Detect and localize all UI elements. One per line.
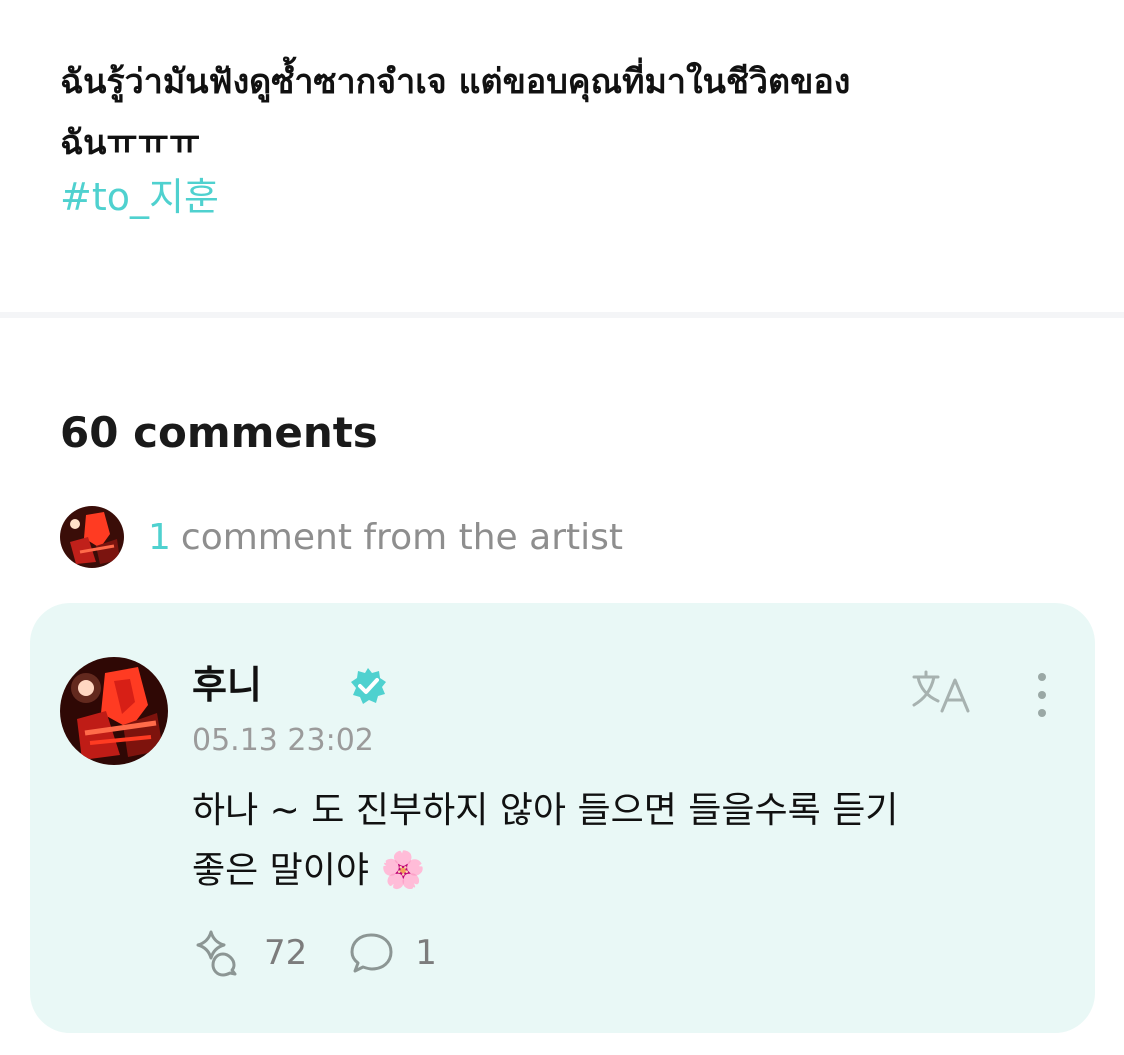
artist-comment-card: 후니 05.13 23:02 하나 ~ 도 진부하지 않아 들으면 들을수록 듣… [30, 603, 1095, 1033]
comment-body: 하나 ~ 도 진부하지 않아 들으면 들을수록 듣기 좋은 말이야 🌸 [192, 781, 1052, 901]
artist-avatar[interactable] [60, 657, 168, 765]
speech-bubble-icon [350, 933, 393, 973]
post-text-line-1: ฉันรู้ว่ามันฟังดูซ้ำซากจำเจ แต่ขอบคุณที่… [60, 62, 851, 102]
comments-count-heading: 60 comments [60, 408, 378, 457]
hashtag-link[interactable]: #to_지훈 [60, 170, 219, 224]
artist-comment-text: comment from the artist [180, 516, 623, 558]
artist-comment-count: 1 [148, 516, 171, 558]
artist-comments-row[interactable]: 1 comment from the artist [60, 506, 623, 568]
post-text: ฉันรู้ว่ามันฟังดูซ้ำซากจำเจ แต่ขอบคุณที่… [60, 52, 1060, 174]
artist-avatar-small [60, 506, 124, 568]
comment-body-line-1: 하나 ~ 도 진부하지 않아 들으면 들을수록 듣기 [192, 790, 899, 831]
more-vertical-icon[interactable] [1026, 669, 1058, 721]
post-content: ฉันรู้ว่ามันฟังดูซ้ำซากจำเจ แต่ขอบคุณที่… [0, 0, 1124, 312]
comment-body-line-2: 좋은 말이야 🌸 [192, 850, 426, 891]
comment-actions: 72 1 [192, 928, 477, 978]
like-count: 72 [264, 933, 308, 973]
comment-timestamp: 05.13 23:02 [192, 723, 374, 758]
translate-icon[interactable] [910, 669, 974, 717]
reply-button[interactable]: 1 [347, 929, 437, 977]
verified-badge-icon [351, 668, 386, 704]
reply-count: 1 [415, 933, 437, 973]
sparkle-like-icon [196, 930, 237, 977]
comment-author[interactable]: 후니 [192, 661, 262, 709]
like-button[interactable]: 72 [192, 928, 307, 978]
post-text-line-2: ฉันㅠㅠㅠ [60, 123, 201, 163]
section-divider [0, 312, 1124, 318]
artist-comments-label: 1 comment from the artist [148, 517, 623, 558]
